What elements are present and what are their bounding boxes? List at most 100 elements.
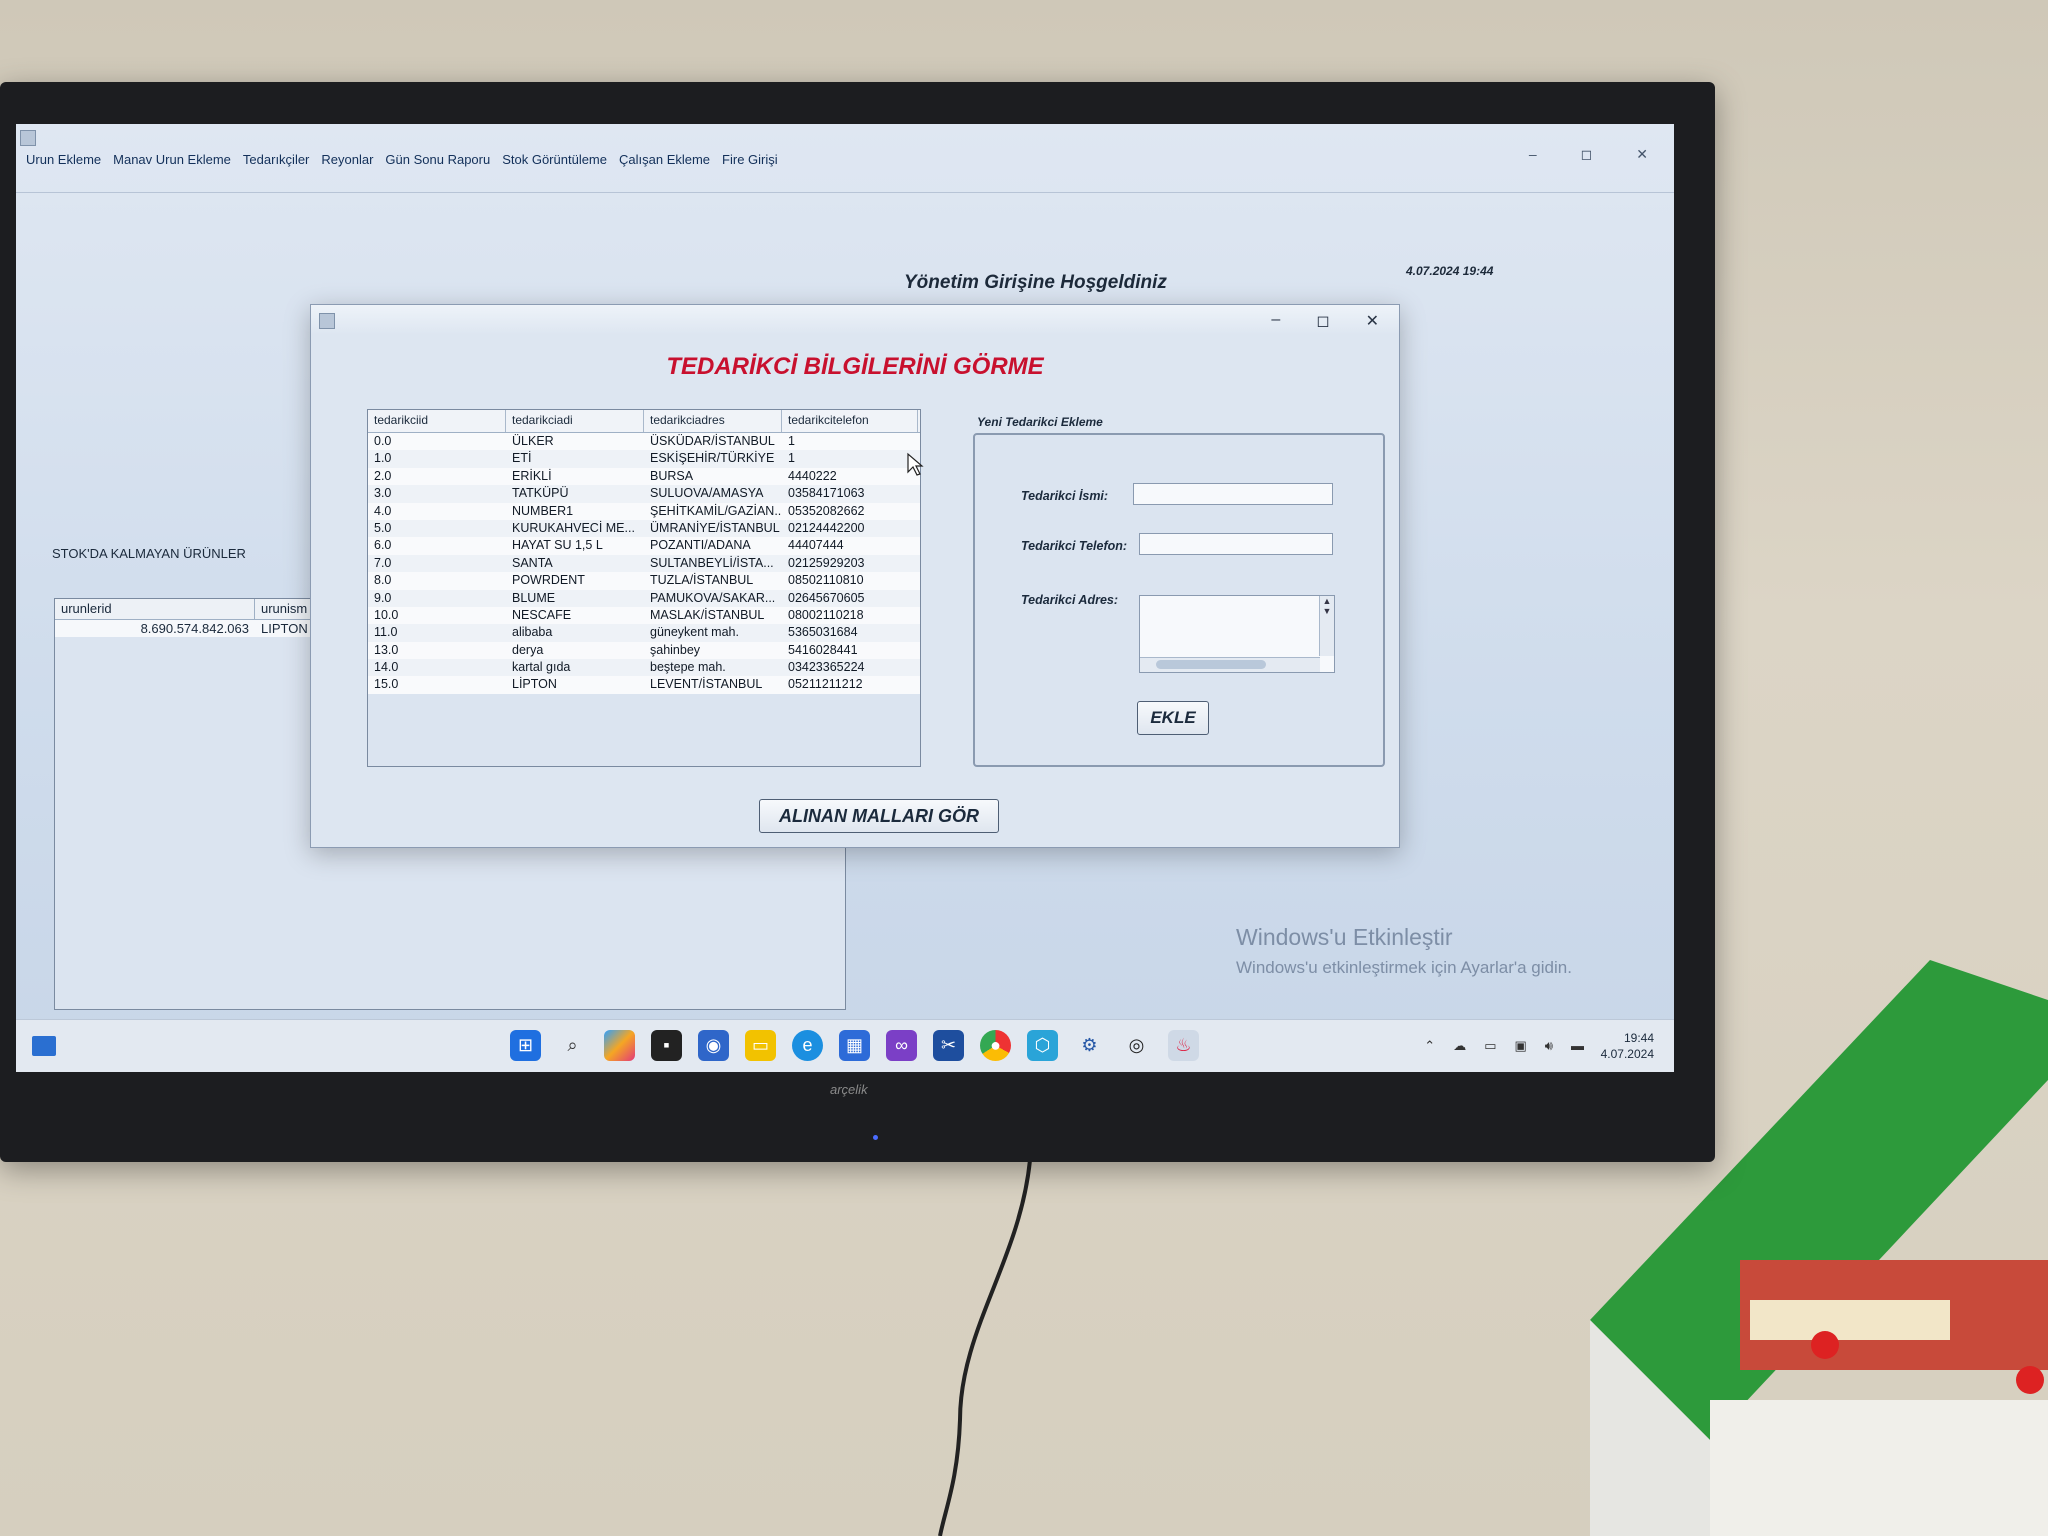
meet-icon[interactable]: ◉ xyxy=(698,1030,729,1061)
supplier-phone-field[interactable] xyxy=(1139,533,1333,555)
cell-tedarikciid: 4.0 xyxy=(374,503,392,518)
taskbar-clock[interactable]: 19:44 4.07.2024 xyxy=(1601,1030,1654,1062)
menu-item-tedarikciler[interactable]: Tedarıkçiler xyxy=(243,152,309,167)
java-icon[interactable]: ♨ xyxy=(1168,1030,1199,1061)
cell-tedarikciadi: LİPTON xyxy=(512,677,557,692)
chevron-up-icon[interactable]: ⌃ xyxy=(1424,1038,1435,1054)
minimize-button[interactable]: – xyxy=(1529,146,1537,163)
cell-tedarikciadres: SULTANBEYLİ/İSTA... xyxy=(650,555,774,570)
table-row[interactable]: 9.0 BLUME PAMUKOVA/SAKAR... 02645670605 xyxy=(368,589,920,607)
cell-tedarikciadi: POWRDENT xyxy=(512,573,585,588)
maximize-button[interactable]: ◻ xyxy=(1581,146,1593,163)
column-header-tedarikciid[interactable]: tedarikciid xyxy=(368,410,506,432)
copilot-icon[interactable] xyxy=(604,1030,635,1061)
clock-time: 19:44 xyxy=(1623,1031,1654,1045)
supplier-name-field[interactable] xyxy=(1133,483,1333,505)
media-icon[interactable]: ◎ xyxy=(1121,1030,1152,1061)
cell-tedarikciadres: ÜSKÜDAR/İSTANBUL xyxy=(650,434,775,448)
table-row[interactable]: 14.0 kartal gıda beştepe mah. 03423365224 xyxy=(368,659,920,677)
search-icon[interactable]: ⌕ xyxy=(557,1030,588,1061)
menu-item-calisan-ekleme[interactable]: Çalışan Ekleme xyxy=(619,152,710,167)
dialog-maximize-button[interactable]: ◻ xyxy=(1316,311,1329,331)
cell-tedarikciadi: ÜLKER xyxy=(512,434,554,448)
cell-tedarikciadi: KURUKAHVECİ ME... xyxy=(512,520,635,535)
dialog-minimize-button[interactable]: – xyxy=(1271,311,1280,331)
menu-item-urun-ekleme[interactable]: Urun Ekleme xyxy=(26,152,101,167)
scroll-thumb[interactable] xyxy=(1156,660,1266,669)
table-row[interactable]: 5.0 KURUKAHVECİ ME... ÜMRANİYE/İSTANBUL 021… xyxy=(368,519,920,538)
cell-tedarikciadres: şahinbey xyxy=(650,642,701,657)
table-row[interactable]: 6.0 HAYAT SU 1,5 L POZANTI/ADANA 44407444 xyxy=(368,537,920,555)
cell-tedarikciadres: MASLAK/İSTANBUL xyxy=(650,607,765,622)
task-view-icon[interactable]: ▪ xyxy=(651,1030,682,1061)
app-icon[interactable]: ⬡ xyxy=(1027,1030,1058,1061)
cloud-icon[interactable]: ☁ xyxy=(1453,1038,1466,1054)
tv-power-led xyxy=(873,1135,878,1140)
cell-tedarikciadres: ŞEHİTKAMİL/GAZİAN... xyxy=(650,503,782,518)
menu-item-reyonlar[interactable]: Reyonlar xyxy=(321,152,373,167)
supplier-table[interactable]: tedarikciid tedarikciadi tedarikciadres … xyxy=(367,409,921,767)
menu-item-manav-urun-ekleme[interactable]: Manav Urun Ekleme xyxy=(113,152,231,167)
cell-tedarikcitelefon: 05352082662 xyxy=(788,503,865,518)
table-row[interactable]: 0.0 ÜLKER ÜSKÜDAR/İSTANBUL 1 xyxy=(368,433,920,451)
start-icon[interactable]: ⊞ xyxy=(510,1030,541,1061)
menu-item-fire-girisi[interactable]: Fire Girişi xyxy=(722,152,778,167)
column-header-urunlerid[interactable]: urunlerid xyxy=(55,599,255,619)
datetime-label: 4.07.2024 19:44 xyxy=(1406,264,1494,278)
menubar-divider xyxy=(16,192,1674,193)
file-explorer-icon[interactable]: ▭ xyxy=(745,1030,776,1061)
menu-item-gun-sonu-raporu[interactable]: Gün Sonu Raporu xyxy=(385,152,490,167)
cell-tedarikciadres: LEVENT/İSTANBUL xyxy=(650,677,763,692)
cell-tedarikciadres: TUZLA/İSTANBUL xyxy=(650,573,754,588)
chrome-icon[interactable]: ● xyxy=(980,1030,1011,1061)
table-row[interactable]: 15.0 LİPTON LEVENT/İSTANBUL 05211211212 xyxy=(368,676,920,694)
network-icon[interactable]: ▣ xyxy=(1515,1038,1527,1054)
edge-icon[interactable]: e xyxy=(792,1030,823,1061)
table-row[interactable]: 4.0 NUMBER1 ŞEHİTKAMİL/GAZİAN... 0535208266… xyxy=(368,502,920,520)
view-purchased-goods-button[interactable]: ALINAN MALLARI GÖR xyxy=(759,799,999,833)
table-row[interactable]: 8.0 POWRDENT TUZLA/İSTANBUL 08502110810 xyxy=(368,572,920,590)
supplier-name-label: Tedarikci İsmi: xyxy=(1021,489,1109,503)
volume-icon[interactable]: 🔊︎ xyxy=(1545,1038,1553,1054)
table-row[interactable]: 7.0 SANTA SULTANBEYLİ/İSTA... 02125929203 xyxy=(368,554,920,573)
table-row[interactable]: 3.0 TATKÜPÜ SULUOVA/AMASYA 03584171063 xyxy=(368,485,920,503)
vertical-scrollbar[interactable]: ▲ ▼ xyxy=(1319,596,1334,656)
settings-icon[interactable]: ⚙ xyxy=(1074,1030,1105,1061)
widgets-icon[interactable] xyxy=(32,1036,56,1056)
table-row[interactable]: 11.0 alibaba güneykent mah. 5365031684 xyxy=(368,624,920,642)
dialog-titlebar: – ◻ ✕ xyxy=(311,305,1399,335)
app-java-icon xyxy=(20,130,36,146)
display-icon[interactable]: ▭ xyxy=(1484,1038,1496,1054)
menu-item-stok-goruntuleme[interactable]: Stok Görüntüleme xyxy=(502,152,607,167)
visual-studio-icon[interactable]: ∞ xyxy=(886,1030,917,1061)
table-row[interactable]: 10.0 NESCAFE MASLAK/İSTANBUL 08002110218 xyxy=(368,606,920,625)
dialog-close-button[interactable]: ✕ xyxy=(1366,311,1379,331)
cell-tedarikciadi: kartal gıda xyxy=(512,660,571,675)
table-row[interactable]: 2.0 ERİKLİ BURSA 4440222 xyxy=(368,467,920,486)
cell-tedarikciid: 14.0 xyxy=(374,660,399,675)
snipping-tool-icon[interactable]: ✂ xyxy=(933,1030,964,1061)
cell-tedarikciid: 2.0 xyxy=(374,468,392,483)
table-row[interactable]: 1.0 ETİ ESKİŞEHİR/TÜRKİYE 1 xyxy=(368,450,920,468)
store-icon[interactable]: ▦ xyxy=(839,1030,870,1061)
column-header-tedarikciadi[interactable]: tedarikciadi xyxy=(506,410,644,432)
cell-tedarikciid: 0.0 xyxy=(374,434,392,448)
table-row[interactable]: 13.0 derya şahinbey 5416028441 xyxy=(368,641,920,660)
cell-tedarikcitelefon: 08002110218 xyxy=(788,607,864,622)
battery-icon[interactable]: ▬ xyxy=(1571,1038,1584,1054)
add-supplier-button[interactable]: EKLE xyxy=(1137,701,1209,735)
cell-tedarikcitelefon: 5416028441 xyxy=(788,642,858,657)
cell-tedarikciadres: beştepe mah. xyxy=(650,660,726,675)
dialog-window-controls: – ◻ ✕ xyxy=(1271,311,1379,331)
supplier-address-field[interactable]: ▲ ▼ xyxy=(1139,595,1335,673)
cell-tedarikciadres: PAMUKOVA/SAKAR... xyxy=(650,590,776,605)
cell-tedarikciadi: ERİKLİ xyxy=(512,468,552,483)
close-button[interactable]: ✕ xyxy=(1636,146,1648,163)
supplier-dialog: – ◻ ✕ TEDARİKCİ BİLGİLERİNİ GÖRME tedari… xyxy=(310,304,1400,848)
cell-tedarikcitelefon: 08502110810 xyxy=(788,573,864,588)
cell-tedarikciadres: güneykent mah. xyxy=(650,625,739,640)
column-header-tedarikcitelefon[interactable]: tedarikcitelefon xyxy=(782,410,918,432)
horizontal-scrollbar[interactable] xyxy=(1140,657,1320,672)
column-header-tedarikciadres[interactable]: tedarikciadres xyxy=(644,410,782,432)
column-header-urunism[interactable]: urunism xyxy=(255,599,315,619)
